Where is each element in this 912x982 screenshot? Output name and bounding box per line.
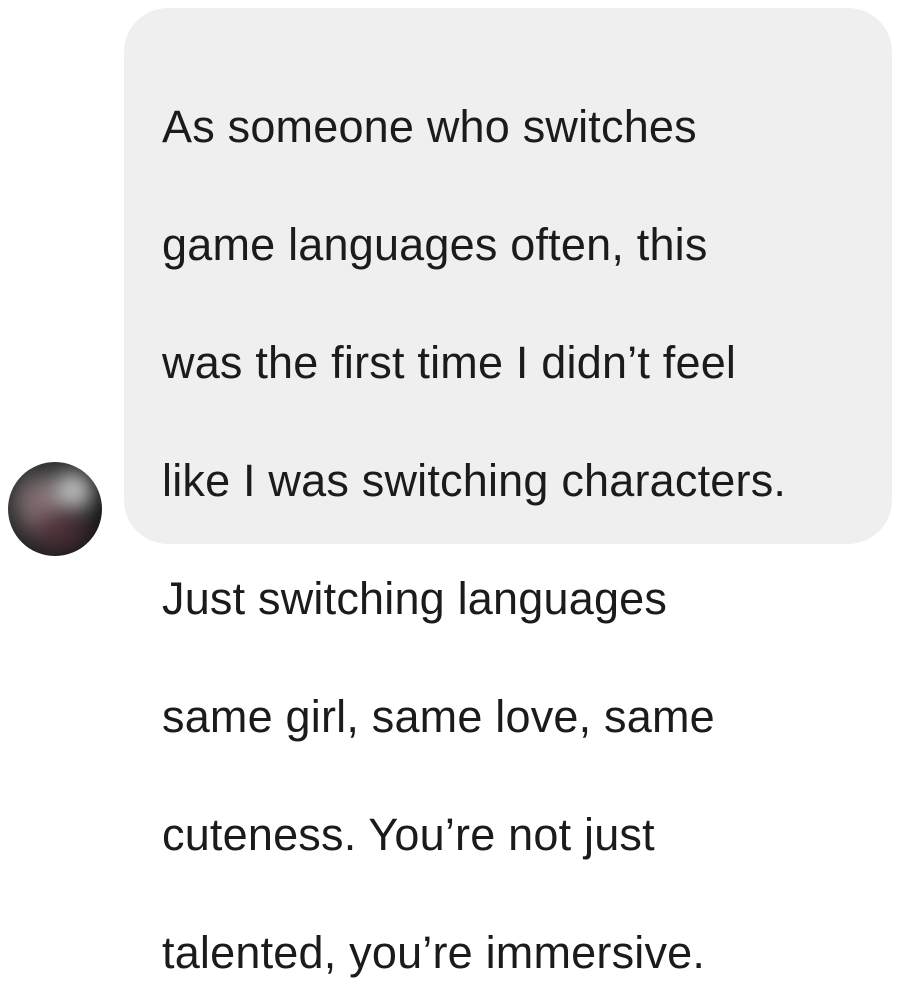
message-line: cuteness. You’re not just (162, 809, 655, 860)
message-line: game languages often, this (162, 219, 708, 270)
message-line: talented, you’re immersive. (162, 927, 706, 978)
avatar-blur-shape (54, 472, 92, 510)
message-line: was the first time I didn’t feel (162, 337, 737, 388)
message-text: As someone who switches game languages o… (162, 38, 872, 982)
message-line: Just switching languages (162, 573, 668, 624)
message-line: like I was switching characters. (162, 455, 787, 506)
sender-avatar[interactable] (8, 462, 102, 556)
message-line: same girl, same love, same (162, 691, 715, 742)
incoming-message-row: As someone who switches game languages o… (0, 0, 912, 978)
message-line: As someone who switches (162, 101, 697, 152)
avatar-blur-shape (34, 514, 86, 550)
message-bubble[interactable]: As someone who switches game languages o… (124, 8, 892, 978)
